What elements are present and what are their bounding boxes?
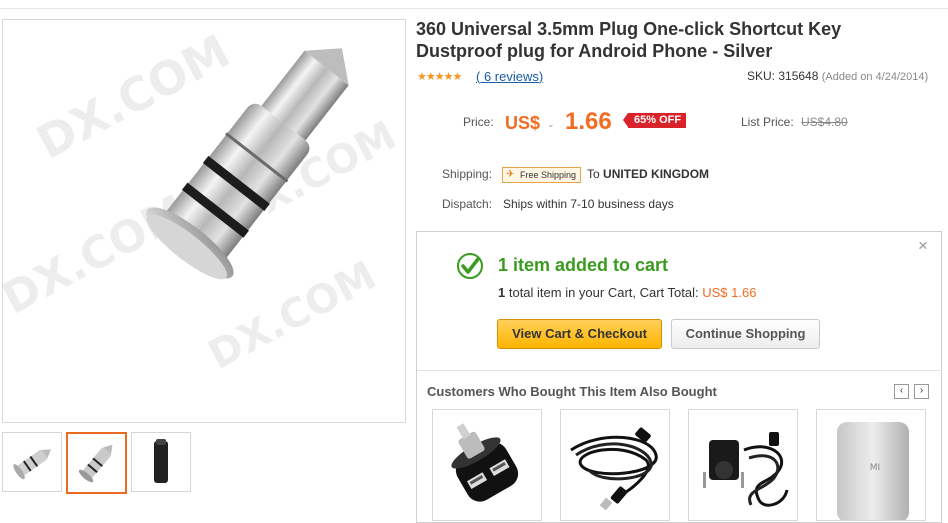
list-price-label: List Price: <box>741 115 794 129</box>
thumbnail[interactable] <box>2 432 62 492</box>
plug-side-icon <box>13 449 52 480</box>
jack-plug-image: DX.COM DX.COM DX.COM DX.COM <box>3 24 404 379</box>
watermark: DX.COM <box>3 185 195 324</box>
discount-badge: 65% OFF <box>622 113 687 128</box>
view-cart-checkout-button[interactable]: View Cart & Checkout <box>497 319 662 349</box>
also-bought-heading: Customers Who Bought This Item Also Boug… <box>427 384 717 399</box>
power-bank-logo: MI <box>870 463 880 473</box>
reviews-link[interactable]: ( 6 reviews) <box>476 69 543 84</box>
wall-charger-icon <box>703 432 789 507</box>
continue-shopping-button[interactable]: Continue Shopping <box>671 319 820 349</box>
cart-total: US$ 1.66 <box>702 285 757 300</box>
dispatch-label: Dispatch: <box>442 197 493 211</box>
usb-cable-icon <box>570 427 658 511</box>
recommended-product[interactable] <box>432 409 542 521</box>
recommended-product[interactable] <box>688 409 798 521</box>
section-divider <box>417 370 940 371</box>
price-label: Price: <box>463 115 494 129</box>
checkmark-icon <box>457 253 483 279</box>
product-title: 360 Universal 3.5mm Plug One-click Short… <box>416 19 842 61</box>
currency-selector[interactable]: US$ <box>505 113 540 134</box>
watermark: DX.COM <box>28 24 239 170</box>
thumbnail[interactable] <box>131 432 191 492</box>
list-price-value: US$4.80 <box>801 115 848 129</box>
dispatch-value: Ships within 7-10 business days <box>503 197 674 211</box>
recommended-product[interactable] <box>560 409 670 521</box>
ship-to: To UNITED KINGDOM <box>587 167 710 181</box>
carousel-prev-button[interactable]: ‹ <box>894 384 909 399</box>
free-shipping-badge: ✈ Free Shipping <box>502 167 582 183</box>
power-bank-icon: MI <box>837 422 909 520</box>
plug-angle-icon <box>78 444 113 483</box>
thumbnail-selected[interactable] <box>66 432 127 494</box>
shipping-label: Shipping: <box>442 167 493 181</box>
car-charger-icon <box>451 423 519 502</box>
recommended-product[interactable]: MI <box>816 409 926 521</box>
cart-summary: 1 total item in your Cart, Cart Total: U… <box>498 285 757 300</box>
sku: SKU: 315648 (Added on 4/24/2014) <box>747 69 929 83</box>
carousel-next-button[interactable]: › <box>914 384 929 399</box>
added-to-cart-message: 1 item added to cart <box>498 255 669 275</box>
price-value: 1.66 <box>565 108 612 135</box>
top-divider <box>0 8 948 9</box>
close-icon[interactable]: × <box>918 236 928 256</box>
rating-stars-icon: ★★★★★ <box>417 71 462 83</box>
main-product-image[interactable]: DX.COM DX.COM DX.COM DX.COM <box>2 19 406 423</box>
plug-black-icon <box>154 439 168 483</box>
airplane-icon: ✈ <box>506 169 515 180</box>
ship-destination: UNITED KINGDOM <box>603 167 710 181</box>
chevron-down-icon[interactable]: ⌄ <box>547 119 555 130</box>
